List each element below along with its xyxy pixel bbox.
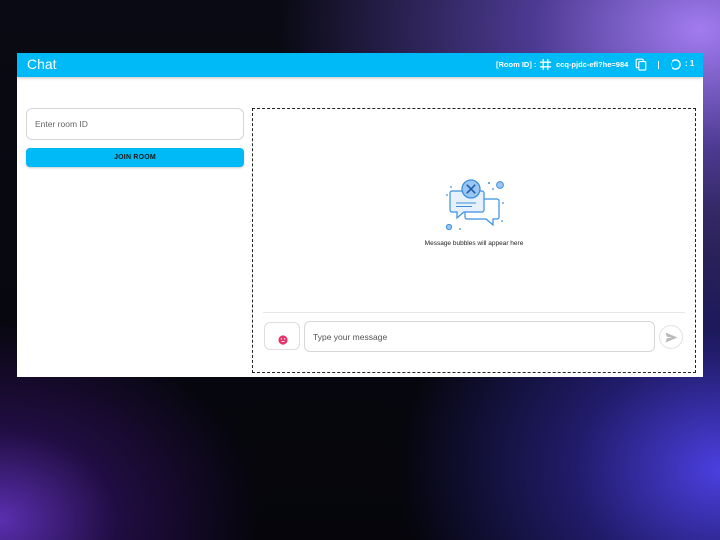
room-id-label: [Room ID] :: [496, 60, 537, 69]
emoji-button[interactable]: [264, 322, 300, 350]
join-room-button[interactable]: JOIN ROOM: [26, 148, 244, 167]
empty-messages-icon: [443, 177, 505, 239]
chat-panel: Message bubbles will appear here: [252, 108, 696, 373]
empty-messages-text: Message bubbles will appear here: [424, 240, 524, 247]
send-icon: [665, 332, 678, 343]
room-id-input[interactable]: [26, 108, 244, 140]
hash-icon: [539, 58, 552, 71]
header-divider: [658, 61, 659, 69]
message-input[interactable]: [304, 321, 655, 352]
room-id-value: ccq-pjdc-efl?he=984: [556, 60, 629, 69]
app-window: Chat [Room ID] : ccq-pjdc-efl?he=984: 1…: [17, 53, 703, 377]
copy-icon[interactable]: [635, 58, 647, 71]
app-bar: Chat [Room ID] : ccq-pjdc-efl?he=984: 1: [17, 53, 703, 77]
panel-separator: [263, 312, 685, 313]
app-title: Chat: [27, 56, 57, 72]
emoji-icon: [278, 332, 288, 345]
user-count: : 1: [685, 59, 695, 68]
send-button[interactable]: [659, 325, 683, 349]
connection-icon: [669, 58, 682, 71]
